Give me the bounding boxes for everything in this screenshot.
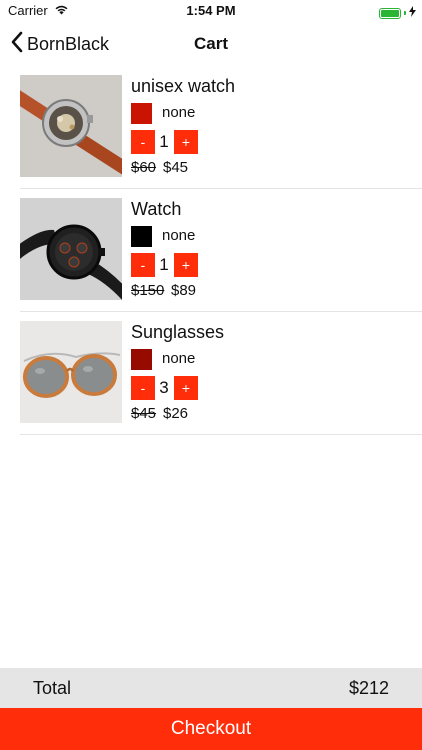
color-swatch[interactable] [131, 103, 152, 124]
original-price: $150 [131, 282, 165, 299]
quantity-decrease-button[interactable]: - [131, 130, 155, 154]
total-value: $212 [348, 678, 389, 698]
cart-list: unisex watch none - 1 + $60 $45 Watch no… [0, 66, 422, 435]
black-watch-photo [20, 198, 122, 300]
color-label: none [162, 350, 196, 367]
quantity-decrease-button[interactable]: - [131, 253, 155, 277]
item-name: unisex watch [131, 76, 236, 96]
cart-item[interactable]: unisex watch none - 1 + $60 $45 [20, 66, 422, 189]
item-name: Watch [131, 199, 182, 219]
quantity-increase-button[interactable]: + [174, 130, 198, 154]
cart-item[interactable]: Sunglasses none - 3 + $45 $26 [20, 312, 422, 435]
cart-item[interactable]: Watch none - 1 + $150 $89 [20, 189, 422, 312]
original-price: $45 [131, 405, 157, 422]
charging-bolt-icon [409, 4, 416, 22]
nav-bar: BornBlack Cart [0, 22, 422, 66]
sale-price: $26 [163, 405, 189, 422]
status-bar: Carrier 1:54 PM [0, 0, 422, 22]
checkout-button[interactable]: Checkout [0, 708, 422, 750]
quantity-decrease-button[interactable]: - [131, 376, 155, 400]
quantity-increase-button[interactable]: + [174, 253, 198, 277]
page-title: Cart [193, 34, 228, 53]
total-bar: Total $212 [0, 668, 422, 708]
leather-watch-photo [20, 75, 122, 177]
battery-fill [381, 9, 399, 17]
color-label: none [162, 227, 196, 244]
total-label: Total [33, 678, 72, 698]
battery-cap [404, 11, 406, 15]
wooden-sunglasses-photo [20, 321, 122, 423]
quantity-value: 3 [159, 378, 169, 397]
color-swatch[interactable] [131, 349, 152, 370]
sale-price: $45 [163, 159, 189, 176]
quantity-increase-button[interactable]: + [174, 376, 198, 400]
sale-price: $89 [171, 282, 197, 299]
quantity-value: 1 [159, 255, 169, 274]
status-right [379, 4, 416, 22]
item-name: Sunglasses [131, 322, 225, 342]
color-label: none [162, 104, 196, 121]
original-price: $60 [131, 159, 157, 176]
battery-icon [379, 7, 401, 19]
color-swatch[interactable] [131, 226, 152, 247]
quantity-value: 1 [159, 132, 169, 151]
status-time: 1:54 PM [186, 3, 236, 18]
